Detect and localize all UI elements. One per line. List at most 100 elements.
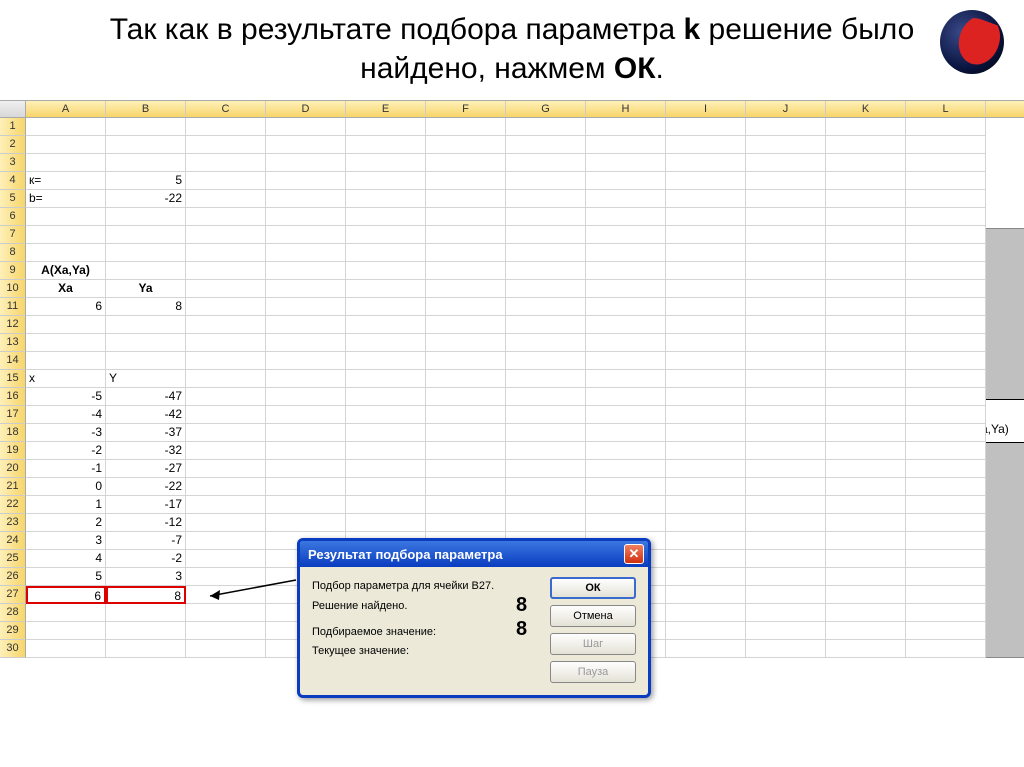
cell-H6[interactable] bbox=[586, 208, 666, 226]
cell-K13[interactable] bbox=[826, 334, 906, 352]
cell-I11[interactable] bbox=[666, 298, 746, 316]
cell-K6[interactable] bbox=[826, 208, 906, 226]
cell-A30[interactable] bbox=[26, 640, 106, 658]
cell-J6[interactable] bbox=[746, 208, 826, 226]
cell-H8[interactable] bbox=[586, 244, 666, 262]
cell-B1[interactable] bbox=[106, 118, 186, 136]
cell-A27[interactable]: 6 bbox=[26, 586, 106, 604]
row-header-2[interactable]: 2 bbox=[0, 136, 26, 154]
cell-A6[interactable] bbox=[26, 208, 106, 226]
cell-H4[interactable] bbox=[586, 172, 666, 190]
cell-J12[interactable] bbox=[746, 316, 826, 334]
cell-E18[interactable] bbox=[346, 424, 426, 442]
cell-A21[interactable]: 0 bbox=[26, 478, 106, 496]
cell-L29[interactable] bbox=[906, 622, 986, 640]
cell-D18[interactable] bbox=[266, 424, 346, 442]
cell-E2[interactable] bbox=[346, 136, 426, 154]
cell-I22[interactable] bbox=[666, 496, 746, 514]
cell-I5[interactable] bbox=[666, 190, 746, 208]
cell-J17[interactable] bbox=[746, 406, 826, 424]
column-header-g[interactable]: G bbox=[506, 101, 586, 117]
cell-D11[interactable] bbox=[266, 298, 346, 316]
cell-C23[interactable] bbox=[186, 514, 266, 532]
cell-B5[interactable]: -22 bbox=[106, 190, 186, 208]
cell-H14[interactable] bbox=[586, 352, 666, 370]
cell-L25[interactable] bbox=[906, 550, 986, 568]
cell-B3[interactable] bbox=[106, 154, 186, 172]
cell-B11[interactable]: 8 bbox=[106, 298, 186, 316]
cell-J10[interactable] bbox=[746, 280, 826, 298]
cell-L15[interactable] bbox=[906, 370, 986, 388]
cell-F5[interactable] bbox=[426, 190, 506, 208]
cell-H18[interactable] bbox=[586, 424, 666, 442]
row-header-9[interactable]: 9 bbox=[0, 262, 26, 280]
cell-K24[interactable] bbox=[826, 532, 906, 550]
cell-L20[interactable] bbox=[906, 460, 986, 478]
cell-H21[interactable] bbox=[586, 478, 666, 496]
cell-L12[interactable] bbox=[906, 316, 986, 334]
cell-B10[interactable]: Ya bbox=[106, 280, 186, 298]
column-header-e[interactable]: E bbox=[346, 101, 426, 117]
row-header-20[interactable]: 20 bbox=[0, 460, 26, 478]
cell-C29[interactable] bbox=[186, 622, 266, 640]
cell-A7[interactable] bbox=[26, 226, 106, 244]
cell-E17[interactable] bbox=[346, 406, 426, 424]
cell-L10[interactable] bbox=[906, 280, 986, 298]
cell-C7[interactable] bbox=[186, 226, 266, 244]
cell-C6[interactable] bbox=[186, 208, 266, 226]
cell-I6[interactable] bbox=[666, 208, 746, 226]
cancel-button[interactable]: Отмена bbox=[550, 605, 636, 627]
cell-A11[interactable]: 6 bbox=[26, 298, 106, 316]
close-icon[interactable]: ✕ bbox=[624, 544, 644, 564]
cell-C30[interactable] bbox=[186, 640, 266, 658]
cell-C12[interactable] bbox=[186, 316, 266, 334]
cell-K20[interactable] bbox=[826, 460, 906, 478]
cell-A29[interactable] bbox=[26, 622, 106, 640]
cell-L1[interactable] bbox=[906, 118, 986, 136]
cell-A25[interactable]: 4 bbox=[26, 550, 106, 568]
cell-G7[interactable] bbox=[506, 226, 586, 244]
cell-J23[interactable] bbox=[746, 514, 826, 532]
cell-F1[interactable] bbox=[426, 118, 506, 136]
cell-C17[interactable] bbox=[186, 406, 266, 424]
cell-E8[interactable] bbox=[346, 244, 426, 262]
cell-I27[interactable] bbox=[666, 586, 746, 604]
cell-B18[interactable]: -37 bbox=[106, 424, 186, 442]
cell-K12[interactable] bbox=[826, 316, 906, 334]
cell-B27[interactable]: 8 bbox=[106, 586, 186, 604]
cell-D12[interactable] bbox=[266, 316, 346, 334]
cell-A4[interactable]: к= bbox=[26, 172, 106, 190]
cell-L27[interactable] bbox=[906, 586, 986, 604]
cell-F11[interactable] bbox=[426, 298, 506, 316]
cell-K26[interactable] bbox=[826, 568, 906, 586]
row-header-5[interactable]: 5 bbox=[0, 190, 26, 208]
cell-B15[interactable]: Y bbox=[106, 370, 186, 388]
cell-K11[interactable] bbox=[826, 298, 906, 316]
cell-I13[interactable] bbox=[666, 334, 746, 352]
cell-F4[interactable] bbox=[426, 172, 506, 190]
cell-D19[interactable] bbox=[266, 442, 346, 460]
cell-H22[interactable] bbox=[586, 496, 666, 514]
cell-J5[interactable] bbox=[746, 190, 826, 208]
cell-C24[interactable] bbox=[186, 532, 266, 550]
cell-J15[interactable] bbox=[746, 370, 826, 388]
cell-I20[interactable] bbox=[666, 460, 746, 478]
cell-J19[interactable] bbox=[746, 442, 826, 460]
cell-A8[interactable] bbox=[26, 244, 106, 262]
cell-G2[interactable] bbox=[506, 136, 586, 154]
cell-J28[interactable] bbox=[746, 604, 826, 622]
cell-B4[interactable]: 5 bbox=[106, 172, 186, 190]
cell-L4[interactable] bbox=[906, 172, 986, 190]
row-header-30[interactable]: 30 bbox=[0, 640, 26, 658]
cell-C16[interactable] bbox=[186, 388, 266, 406]
cell-J24[interactable] bbox=[746, 532, 826, 550]
cell-C25[interactable] bbox=[186, 550, 266, 568]
cell-J25[interactable] bbox=[746, 550, 826, 568]
cell-D16[interactable] bbox=[266, 388, 346, 406]
cell-D17[interactable] bbox=[266, 406, 346, 424]
cell-G9[interactable] bbox=[506, 262, 586, 280]
cell-K15[interactable] bbox=[826, 370, 906, 388]
row-header-13[interactable]: 13 bbox=[0, 334, 26, 352]
cell-G21[interactable] bbox=[506, 478, 586, 496]
cell-H23[interactable] bbox=[586, 514, 666, 532]
